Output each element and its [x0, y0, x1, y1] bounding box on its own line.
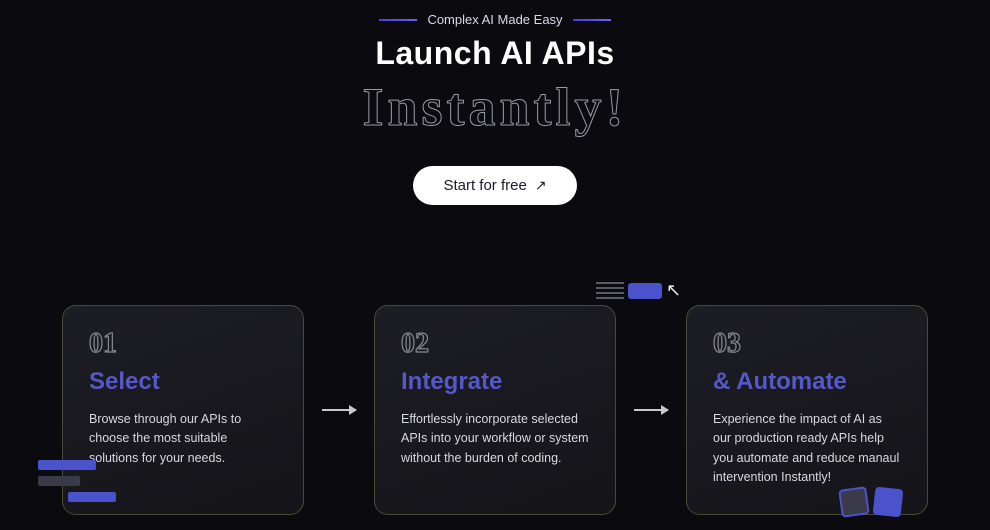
arrow-right-icon: [322, 409, 356, 411]
step-number: 03: [713, 328, 901, 360]
arrow-up-right-icon: ↗: [535, 177, 547, 194]
step-title: & Automate: [713, 368, 901, 396]
headline-sub: Instantly!: [0, 76, 990, 138]
step-title: Select: [89, 368, 277, 396]
step-number: 01: [89, 328, 277, 360]
step-card-automate: 03 & Automate Experience the impact of A…: [686, 305, 928, 515]
headline: Launch AI APIs: [0, 35, 990, 72]
tagline-text: Complex AI Made Easy: [427, 12, 562, 27]
step-desc: Experience the impact of AI as our produ…: [713, 410, 901, 488]
arrow-right-icon: [634, 409, 668, 411]
cta-label: Start for free: [443, 177, 526, 194]
step-card-integrate: 02 Integrate Effortlessly incorporate se…: [374, 305, 616, 515]
step-desc: Browse through our APIs to choose the mo…: [89, 410, 277, 468]
steps-row: 01 Select Browse through our APIs to cho…: [0, 305, 990, 515]
tagline-line-right: [573, 19, 611, 21]
tagline: Complex AI Made Easy: [0, 12, 990, 27]
tagline-line-left: [379, 19, 417, 21]
decoration-cursor-icon: ↖: [596, 280, 681, 301]
hero-section: Complex AI Made Easy Launch AI APIs Inst…: [0, 0, 990, 205]
start-for-free-button[interactable]: Start for free ↗: [413, 166, 576, 205]
decoration-squares-icon: [840, 488, 902, 516]
decoration-bars-icon: [38, 460, 116, 502]
step-desc: Effortlessly incorporate selected APIs i…: [401, 410, 589, 468]
step-number: 02: [401, 328, 589, 360]
step-title: Integrate: [401, 368, 589, 396]
